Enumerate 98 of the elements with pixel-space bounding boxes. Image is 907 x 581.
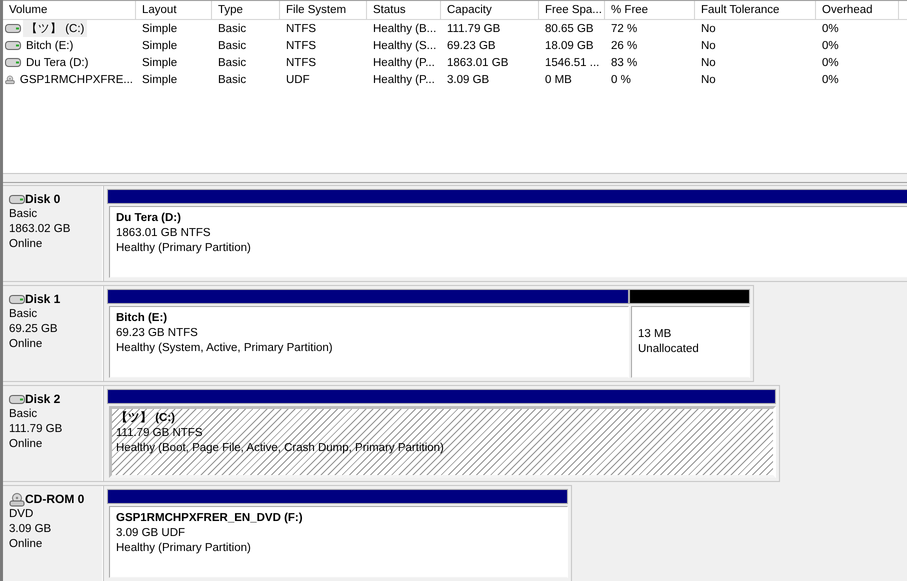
volume-list-entry[interactable]: GSP1RMCHPXFRE... [16, 72, 136, 86]
table-cell-text: 72 % [610, 22, 638, 34]
table-cell-text: 83 % [610, 56, 638, 68]
disk-type: Basic [9, 207, 38, 222]
partition-block[interactable]: 【ツ】 (C:) 111.79 GB NTFS Healthy (Boot, Page File, Active, Crash Dump, Primary Partition) [109, 406, 776, 478]
disk-size: 1863.02 GB [9, 222, 72, 237]
table-cell-text: 0 MB [544, 74, 573, 86]
disk-label-panel[interactable]: Disk 2 Basic 111.79 GB Online [3, 385, 104, 482]
table-cell-text: Healthy (P... [372, 56, 436, 68]
table-cell-text: Basic [217, 22, 248, 34]
column-header[interactable]: Layout [136, 1, 212, 19]
table-cell-text: 80.65 GB [544, 22, 595, 34]
disk-size: 111.79 GB [9, 422, 64, 437]
partition-size: 3.09 GB UDF [116, 526, 186, 541]
hard-drive-icon [9, 395, 25, 404]
table-cell-text: NTFS [285, 56, 318, 68]
hard-drive-icon [5, 41, 21, 50]
disk-name: Disk 2 [25, 392, 60, 407]
table-cell-text: 0% [821, 22, 840, 34]
partition-status: Healthy (System, Active, Primary Partition) [116, 341, 334, 356]
partition-size: 111.79 GB NTFS [116, 426, 204, 441]
table-cell-text: No [700, 56, 717, 68]
disk-size: 69.25 GB [9, 322, 59, 337]
hard-drive-icon [9, 295, 25, 304]
disk-name: CD-ROM 0 [25, 492, 84, 507]
disk-size: 3.09 GB [9, 522, 52, 537]
column-header[interactable]: File System [280, 1, 367, 19]
volume-list-entry[interactable]: Bitch (E:) [23, 38, 76, 52]
hard-drive-icon [5, 58, 21, 67]
table-cell-text: 69.23 GB [446, 40, 497, 52]
table-cell-text: Simple [141, 74, 178, 86]
disk-type: Basic [9, 407, 38, 422]
column-header[interactable]: Status [367, 1, 441, 19]
table-cell-text: Healthy (P... [372, 74, 436, 86]
table-cell-text: 26 % [610, 40, 638, 52]
table-cell-text: NTFS [285, 22, 318, 34]
partition-block[interactable]: Du Tera (D:) 1863.01 GB NTFS Healthy (Primary Partition) [109, 206, 907, 278]
table-cell-text: 0% [821, 74, 840, 86]
pane-splitter[interactable] [3, 173, 907, 183]
partition-name: GSP1RMCHPXFRER_EN_DVD (F:) [116, 511, 304, 526]
hard-drive-icon [5, 24, 21, 33]
table-cell-text: NTFS [285, 40, 318, 52]
hard-drive-icon [9, 195, 25, 204]
table-cell-text: Healthy (B... [372, 22, 438, 34]
disk-type: DVD [9, 507, 34, 522]
table-cell-text: 1546.51 ... [544, 56, 600, 68]
partition-name: 【ツ】 (C:) [116, 411, 176, 426]
table-cell-text: 1863.01 GB [446, 56, 510, 68]
disk-type: Basic [9, 307, 38, 322]
table-cell-text: Basic [217, 56, 248, 68]
partition-name: Du Tera (D:) [116, 211, 182, 226]
partition-name: Bitch (E:) [116, 311, 168, 326]
cd-drive-icon [5, 72, 15, 86]
partition-size: 1863.01 GB NTFS [116, 226, 212, 241]
disk-status: Online [9, 337, 44, 352]
column-header[interactable]: Fault Tolerance [695, 1, 816, 19]
column-header[interactable]: Type [212, 1, 280, 19]
volume-list-entry[interactable]: Du Tera (D:) [23, 56, 92, 70]
table-cell-text: 3.09 GB [446, 74, 490, 86]
disk-status: Online [9, 537, 44, 552]
table-cell-text: No [700, 40, 717, 52]
column-header[interactable]: Overhead [816, 1, 899, 19]
disk-status: Online [9, 437, 44, 452]
partition-block[interactable]: Bitch (E:) 69.23 GB NTFS Healthy (System, Active, Primary Partition) [109, 306, 629, 378]
cd-drive-icon [9, 492, 25, 506]
disk-name: Disk 1 [25, 292, 60, 307]
disk-label-panel[interactable]: CD-ROM 0 DVD 3.09 GB Online [3, 485, 104, 581]
table-cell-text: 0 % [610, 74, 632, 86]
partition-status: Healthy (Primary Partition) [116, 241, 252, 256]
table-cell-text: No [700, 74, 717, 86]
disk-name: Disk 0 [25, 192, 60, 207]
partition-block[interactable]: 13 MB Unallocated [631, 306, 750, 378]
table-cell-text: 0% [821, 40, 840, 52]
table-cell-text: Basic [217, 40, 248, 52]
table-cell-text: Simple [141, 40, 178, 52]
table-cell-text: 111.79 GB [446, 22, 502, 34]
table-cell-text: Simple [141, 22, 178, 34]
table-cell-text: UDF [285, 74, 311, 86]
table-cell-text: Healthy (S... [372, 40, 438, 52]
volume-list-entry[interactable]: 【ツ】 (C:) [23, 20, 88, 37]
partition-size: 69.23 GB NTFS [116, 326, 199, 341]
disk-status: Online [9, 237, 44, 252]
partition-block[interactable]: GSP1RMCHPXFRER_EN_DVD (F:) 3.09 GB UDF Healthy (Primary Partition) [109, 506, 568, 578]
table-cell-text: 0% [821, 56, 840, 68]
disk-label-panel[interactable]: Disk 1 Basic 69.25 GB Online [3, 285, 104, 382]
partition-status: Healthy (Boot, Page File, Active, Crash Dump, Primary Partition) [116, 441, 445, 456]
table-cell-text: Basic [217, 74, 248, 86]
partition-status: Unallocated [638, 342, 700, 357]
partition-size: 13 MB [638, 327, 672, 342]
table-cell-text: Simple [141, 56, 178, 68]
table-cell-text: No [700, 22, 717, 34]
column-header[interactable]: % Free [605, 1, 695, 19]
column-header[interactable]: Capacity [441, 1, 539, 19]
column-header[interactable]: Volume [3, 1, 136, 19]
disk-label-panel[interactable]: Disk 0 Basic 1863.02 GB Online [3, 185, 104, 282]
table-cell-text: 18.09 GB [544, 40, 595, 52]
column-header[interactable]: Free Spa... [539, 1, 605, 19]
partition-status: Healthy (Primary Partition) [116, 541, 252, 556]
